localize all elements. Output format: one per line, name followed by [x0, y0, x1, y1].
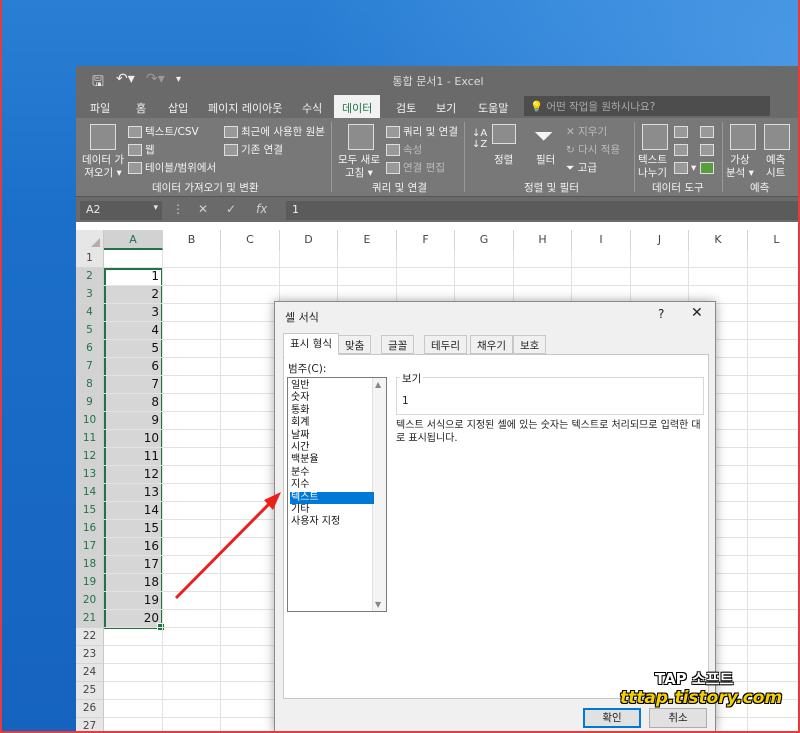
annotation-arrow — [174, 492, 281, 600]
watermark-url: tttap.tistory.com — [620, 688, 783, 708]
watermark-title: TAP 소프트 — [655, 670, 734, 688]
tab-number[interactable]: 표시 형식 — [283, 333, 339, 355]
